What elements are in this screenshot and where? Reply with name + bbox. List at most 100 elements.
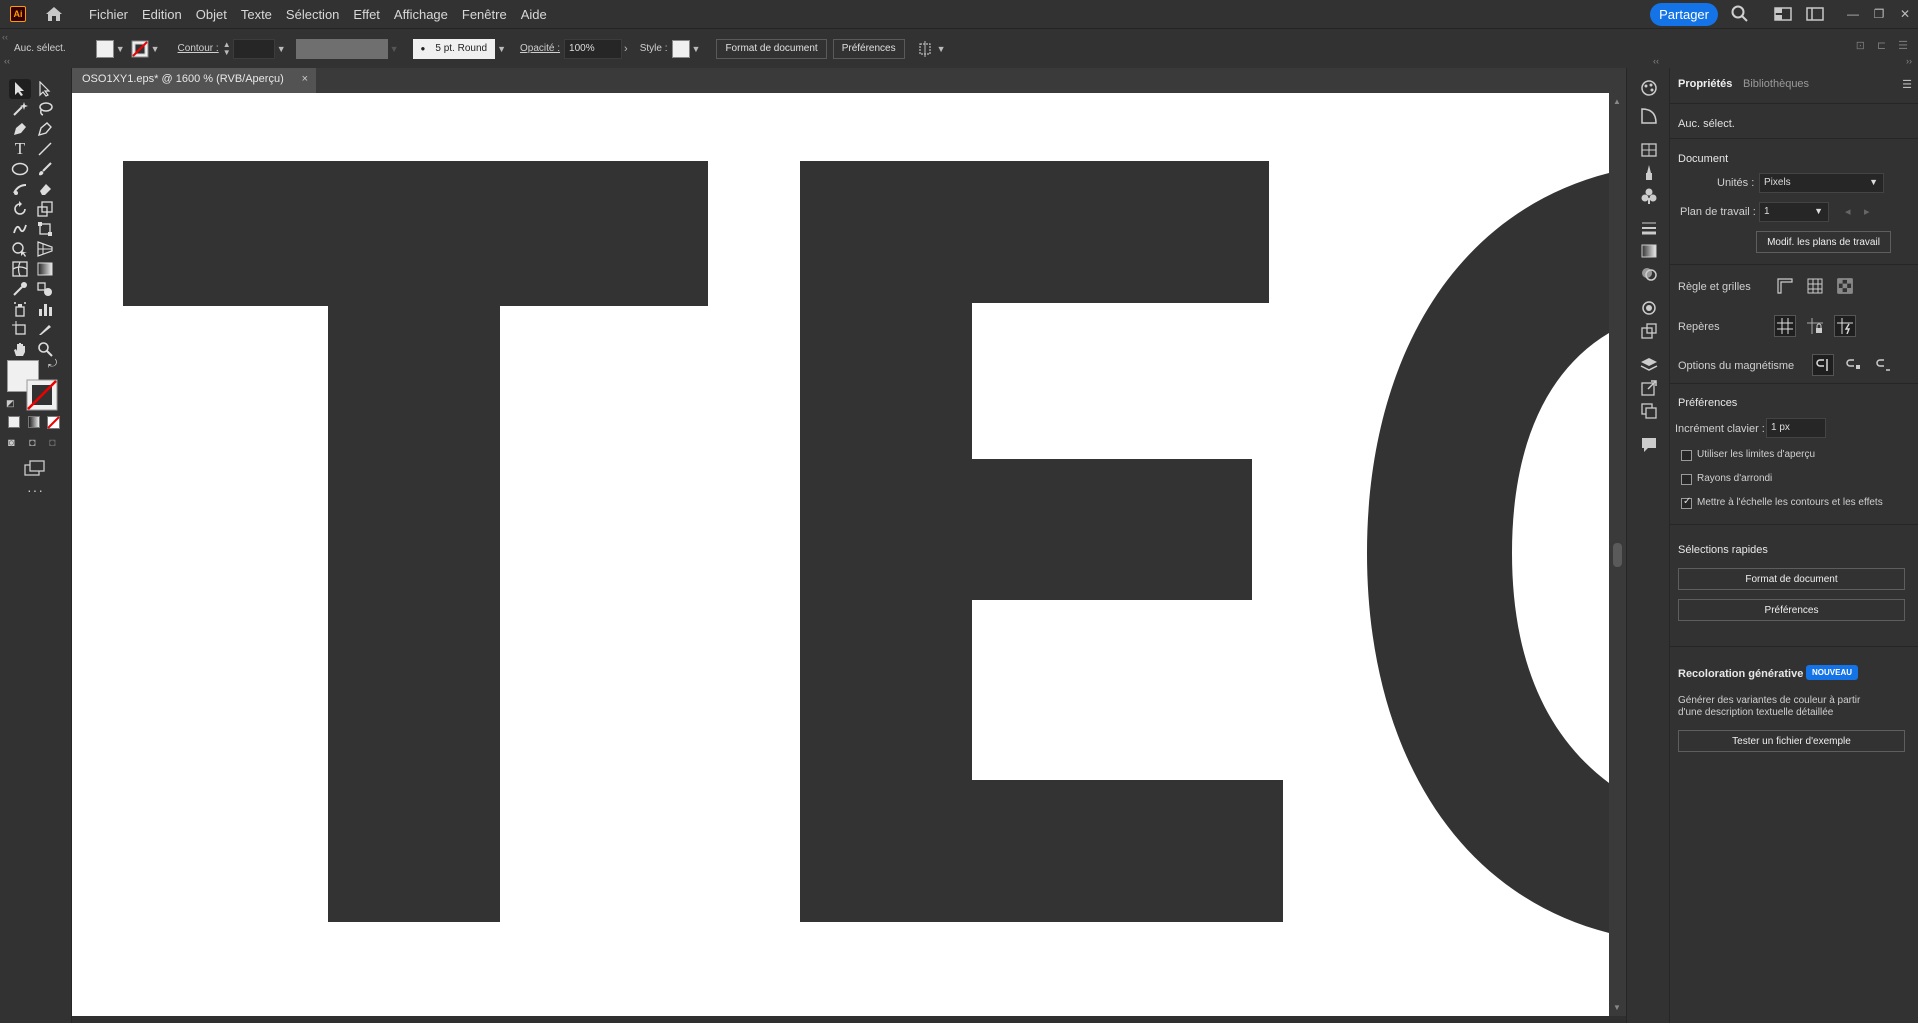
brush-definition[interactable]: ● 5 pt. Round [412,38,496,59]
profile-dropdown-icon[interactable]: ▼ [390,44,399,54]
direct-selection-tool-icon[interactable] [34,79,56,99]
brushes-panel-icon[interactable] [1639,163,1659,183]
contour-label[interactable]: Contour : [178,43,219,54]
rulers-icon[interactable] [1774,275,1796,297]
toolbox-collapse-icon[interactable]: ‹‹ [4,56,10,66]
letter-t-shape[interactable] [123,161,708,922]
preferences-button[interactable]: Préférences [832,38,905,59]
units-select[interactable]: Pixels ▼ [1759,173,1884,193]
align-options-icon[interactable]: ⊡ [1856,39,1865,52]
gradient-mode-icon[interactable] [28,416,40,428]
menu-fichier[interactable]: Fichier [82,7,135,22]
iconstrip-collapse-icon[interactable]: ‹‹ [1653,56,1659,66]
letter-e-shape[interactable] [800,161,1283,922]
variable-width-profile[interactable] [295,38,388,59]
tab-libraries[interactable]: Bibliothèques [1743,78,1809,90]
stroke-weight-stepper-icon[interactable]: ▲ ▼ [223,40,233,57]
lasso-tool-icon[interactable] [34,99,56,119]
opacity-arrow-icon[interactable]: › [624,43,628,55]
search-icon[interactable] [1730,4,1750,24]
stroke-weight-dropdown-icon[interactable]: ▼ [277,44,286,54]
symbol-sprayer-tool-icon[interactable] [9,299,31,319]
keyboard-increment-input[interactable]: 1 px [1766,418,1826,438]
menu-selection[interactable]: Sélection [279,7,346,22]
line-segment-tool-icon[interactable] [34,139,56,159]
eyedropper-tool-icon[interactable] [9,279,31,299]
style-dropdown-icon[interactable]: ▼ [692,44,701,54]
color-mode-icon[interactable] [8,416,20,428]
eraser-tool-icon[interactable] [34,179,56,199]
slice-tool-icon[interactable] [34,319,56,339]
lock-guides-icon[interactable] [1804,315,1826,337]
comments-panel-icon[interactable] [1639,435,1659,455]
zoom-tool-icon[interactable] [34,339,56,359]
stroke-weight-input[interactable] [232,38,275,59]
control-bar-collapse-icon[interactable]: ‹‹ [2,32,8,42]
next-artboard-icon[interactable]: ▸ [1864,205,1870,218]
show-guides-icon[interactable] [1774,315,1796,337]
vertical-scrollbar[interactable]: ▲ ▼ [1609,93,1626,1016]
opacity-label[interactable]: Opacité : [520,43,560,54]
shaper-tool-icon[interactable] [9,179,31,199]
arrange-documents-icon[interactable] [917,40,935,57]
menu-affichage[interactable]: Affichage [387,7,455,22]
try-sample-file-button[interactable]: Tester un fichier d'exemple [1678,730,1905,752]
scrollbar-thumb[interactable] [1613,543,1622,567]
transform-options-icon[interactable]: ⊏ [1877,39,1886,52]
snap-to-point-icon[interactable] [1812,354,1834,376]
default-colors-icon[interactable]: ◩ [6,398,15,409]
rounded-corners-checkbox[interactable] [1681,474,1692,485]
snap-to-pixel-icon[interactable] [1842,354,1864,376]
preview-bounds-checkbox[interactable] [1681,450,1692,461]
draw-inside-icon[interactable]: ◘ [49,437,56,449]
shape-builder-tool-icon[interactable] [9,239,31,259]
workspace-layout-icon[interactable] [1774,6,1792,22]
fill-dropdown-icon[interactable]: ▼ [116,44,125,54]
opacity-input[interactable]: 100% [564,38,623,59]
quick-preferences-button[interactable]: Préférences [1678,599,1905,621]
curvature-tool-icon[interactable] [34,119,56,139]
change-screen-mode-icon[interactable] [24,460,46,476]
prev-artboard-icon[interactable]: ◂ [1845,205,1851,218]
appearance-panel-icon[interactable] [1639,106,1659,126]
free-transform-tool-icon[interactable] [34,219,56,239]
artboard-select[interactable]: 1 ▼ [1759,202,1829,222]
transparency-panel-icon[interactable] [1639,264,1659,284]
letter-o-shape[interactable] [1367,173,1609,933]
swap-colors-icon[interactable]: ⤾ [48,358,57,371]
quick-document-format-button[interactable]: Format de document [1678,568,1905,590]
stroke-color-box[interactable] [26,379,58,411]
smart-guides-icon[interactable] [1834,315,1856,337]
fill-swatch[interactable] [95,39,114,58]
menu-objet[interactable]: Objet [189,7,234,22]
edit-toolbar-icon[interactable]: ··· [27,482,44,498]
symbols-panel-icon[interactable] [1639,186,1659,206]
menu-effet[interactable]: Effet [346,7,387,22]
transparency-grid-icon[interactable] [1834,275,1856,297]
magic-wand-tool-icon[interactable] [9,99,31,119]
ellipse-tool-icon[interactable] [9,159,31,179]
layers-panel-icon[interactable] [1639,355,1659,375]
transform-panel-icon[interactable] [1639,321,1659,341]
color-guide-panel-icon[interactable] [1639,298,1659,318]
type-tool-icon[interactable]: T [9,139,31,159]
perspective-grid-tool-icon[interactable] [34,239,56,259]
tab-properties[interactable]: Propriétés [1678,78,1732,90]
scroll-down-icon[interactable]: ▼ [1613,1003,1621,1012]
rotate-tool-icon[interactable] [9,199,31,219]
artboard-tool-icon[interactable] [9,319,31,339]
draw-behind-icon[interactable]: ◘ [29,437,36,449]
draw-normal-icon[interactable]: ◙ [8,437,15,449]
scale-strokes-checkbox[interactable] [1681,496,1692,509]
document-tab[interactable]: OSO1XY1.eps* @ 1600 % (RVB/Aperçu) × [72,68,316,93]
home-icon[interactable] [44,5,64,23]
swatches-panel-icon[interactable] [1639,140,1659,160]
snap-to-glyph-icon[interactable] [1872,354,1894,376]
restore-icon[interactable]: ❐ [1866,7,1892,21]
menu-texte[interactable]: Texte [234,7,279,22]
scale-tool-icon[interactable] [34,199,56,219]
gradient-panel-icon[interactable] [1639,241,1659,261]
stroke-panel-icon[interactable] [1639,218,1659,238]
export-panel-icon[interactable] [1639,378,1659,398]
none-mode-icon[interactable] [47,416,60,429]
